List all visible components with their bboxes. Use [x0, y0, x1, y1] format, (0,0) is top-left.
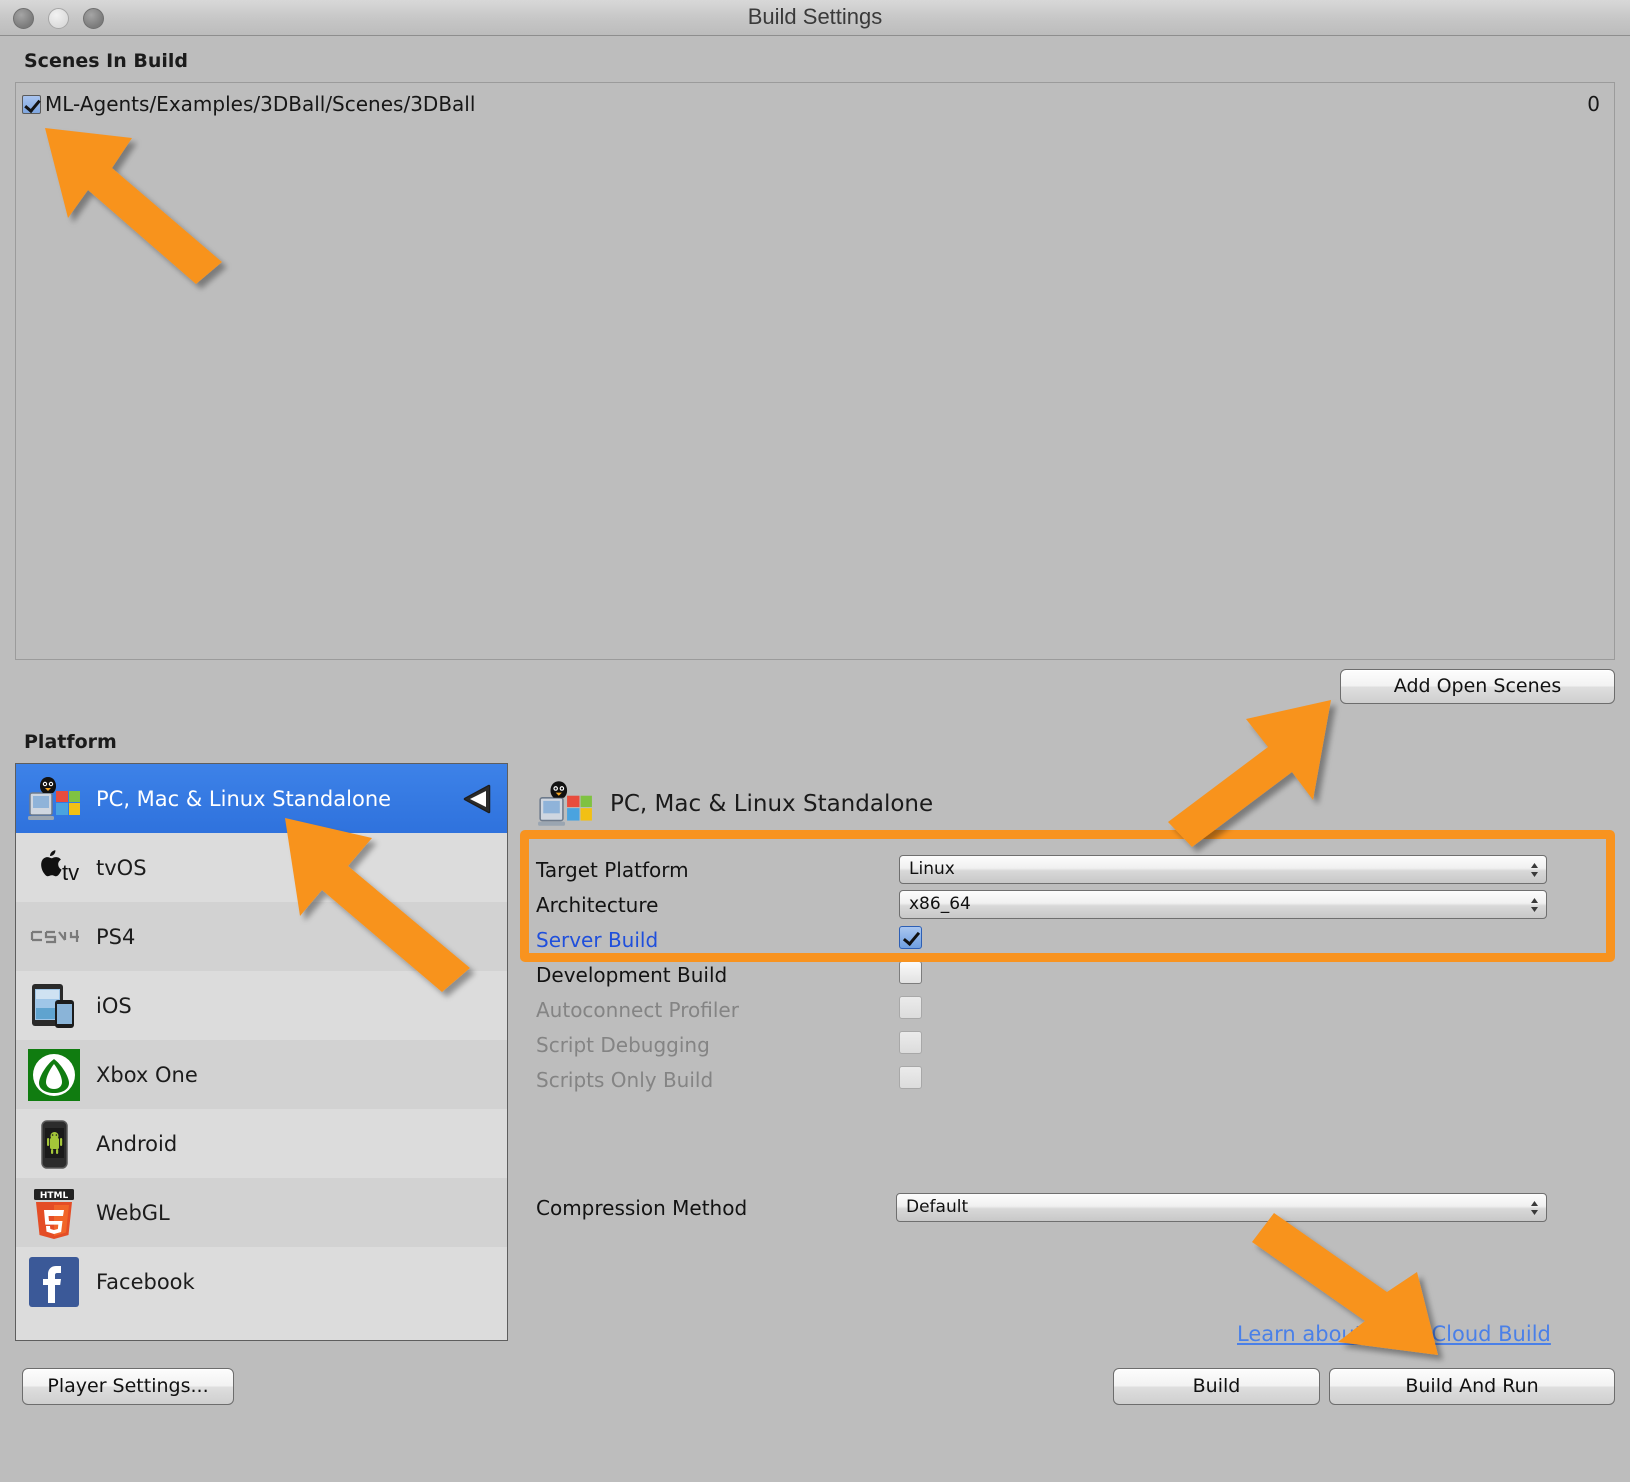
autoconnect-profiler-row: Autoconnect Profiler — [536, 995, 1596, 1027]
xboxone-icon — [26, 1047, 82, 1103]
autoconnect-profiler-checkbox — [899, 996, 922, 1019]
scene-path-label: ML-Agents/Examples/3DBall/Scenes/3DBall — [45, 92, 476, 116]
build-settings-window: Build Settings Scenes In Build ML-Agents… — [0, 0, 1630, 1482]
window-title: Build Settings — [747, 4, 883, 29]
platform-label: Platform — [24, 731, 117, 753]
platform-item-label: Facebook — [96, 1269, 195, 1294]
compression-method-label: Compression Method — [536, 1196, 748, 1220]
scenes-in-build-label: Scenes In Build — [24, 50, 189, 72]
platform-item-ios[interactable]: iOS — [16, 971, 507, 1040]
script-debugging-checkbox — [899, 1031, 922, 1054]
server-build-label: Server Build — [536, 928, 659, 952]
scripts-only-build-label: Scripts Only Build — [536, 1068, 714, 1092]
tvos-icon: tv — [26, 840, 82, 896]
platform-list[interactable]: PC, Mac & Linux Standalone tv tvOS PS4 i… — [15, 763, 508, 1341]
architecture-label: Architecture — [536, 893, 659, 917]
ps4-icon — [26, 909, 82, 965]
ios-icon — [26, 978, 82, 1034]
scene-list-item[interactable]: ML-Agents/Examples/3DBall/Scenes/3DBall … — [16, 88, 1614, 120]
platform-item-facebook[interactable]: Facebook — [16, 1247, 507, 1316]
platform-item-webgl[interactable]: HTML WebGL — [16, 1178, 507, 1247]
platform-item-android[interactable]: Android — [16, 1109, 507, 1178]
compression-method-dropdown[interactable]: Default — [896, 1193, 1547, 1222]
chevron-updown-icon — [1530, 895, 1539, 915]
android-icon — [26, 1116, 82, 1172]
server-build-row: Server Build — [536, 925, 1596, 957]
platform-item-label: Xbox One — [96, 1062, 198, 1087]
platform-item-label: tvOS — [96, 855, 147, 880]
platform-item-label: PS4 — [96, 924, 136, 949]
platform-item-label: WebGL — [96, 1200, 170, 1225]
server-build-checkbox[interactable] — [899, 926, 922, 949]
architecture-dropdown[interactable]: x86_64 — [899, 890, 1547, 919]
build-button[interactable]: Build — [1113, 1368, 1320, 1405]
compression-method-value: Default — [906, 1197, 969, 1217]
scenes-in-build-list[interactable]: ML-Agents/Examples/3DBall/Scenes/3DBall … — [15, 82, 1615, 660]
webgl-icon: HTML — [26, 1185, 82, 1241]
window-titlebar: Build Settings — [0, 0, 1630, 36]
platform-settings-pane: PC, Mac & Linux Standalone Target Platfo… — [520, 763, 1615, 1341]
selected-platform-title: PC, Mac & Linux Standalone — [610, 791, 934, 817]
architecture-value: x86_64 — [909, 894, 971, 914]
development-build-row: Development Build — [536, 960, 1596, 992]
add-open-scenes-button[interactable]: Add Open Scenes — [1340, 669, 1615, 704]
chevron-updown-icon — [1530, 860, 1539, 880]
platform-item-ps4[interactable]: PS4 — [16, 902, 507, 971]
script-debugging-row: Script Debugging — [536, 1030, 1596, 1062]
standalone-icon — [26, 771, 82, 827]
platform-item-xboxone[interactable]: Xbox One — [16, 1040, 507, 1109]
platform-item-tvos[interactable]: tv tvOS — [16, 833, 507, 902]
platform-item-standalone[interactable]: PC, Mac & Linux Standalone — [16, 764, 507, 833]
target-platform-row: Target Platform Linux — [536, 855, 1596, 887]
unity-logo-icon — [459, 782, 493, 816]
facebook-icon — [26, 1254, 82, 1310]
development-build-checkbox[interactable] — [899, 961, 922, 984]
svg-text:HTML: HTML — [40, 1191, 69, 1201]
build-and-run-button[interactable]: Build And Run — [1329, 1368, 1615, 1405]
target-platform-value: Linux — [909, 859, 955, 879]
platform-item-label: Android — [96, 1131, 178, 1156]
scripts-only-build-row: Scripts Only Build — [536, 1065, 1596, 1097]
chevron-updown-icon — [1530, 1198, 1539, 1218]
script-debugging-label: Script Debugging — [536, 1033, 710, 1057]
platform-item-label: iOS — [96, 993, 132, 1018]
compression-method-row: Compression Method Default — [536, 1193, 1596, 1225]
architecture-row: Architecture x86_64 — [536, 890, 1596, 922]
development-build-label: Development Build — [536, 963, 728, 987]
player-settings-button[interactable]: Player Settings... — [22, 1368, 234, 1405]
scene-index-label: 0 — [1587, 92, 1600, 116]
scripts-only-build-checkbox — [899, 1066, 922, 1089]
unity-cloud-build-link[interactable]: Learn about Unity Cloud Build — [1237, 1322, 1551, 1346]
autoconnect-profiler-label: Autoconnect Profiler — [536, 998, 739, 1022]
target-platform-label: Target Platform — [536, 858, 689, 882]
svg-text:tv: tv — [62, 860, 79, 885]
selected-platform-header: PC, Mac & Linux Standalone — [536, 775, 933, 833]
target-platform-dropdown[interactable]: Linux — [899, 855, 1547, 884]
scene-enabled-checkbox[interactable] — [22, 94, 41, 114]
platform-item-label: PC, Mac & Linux Standalone — [96, 786, 392, 811]
standalone-icon — [536, 775, 594, 833]
